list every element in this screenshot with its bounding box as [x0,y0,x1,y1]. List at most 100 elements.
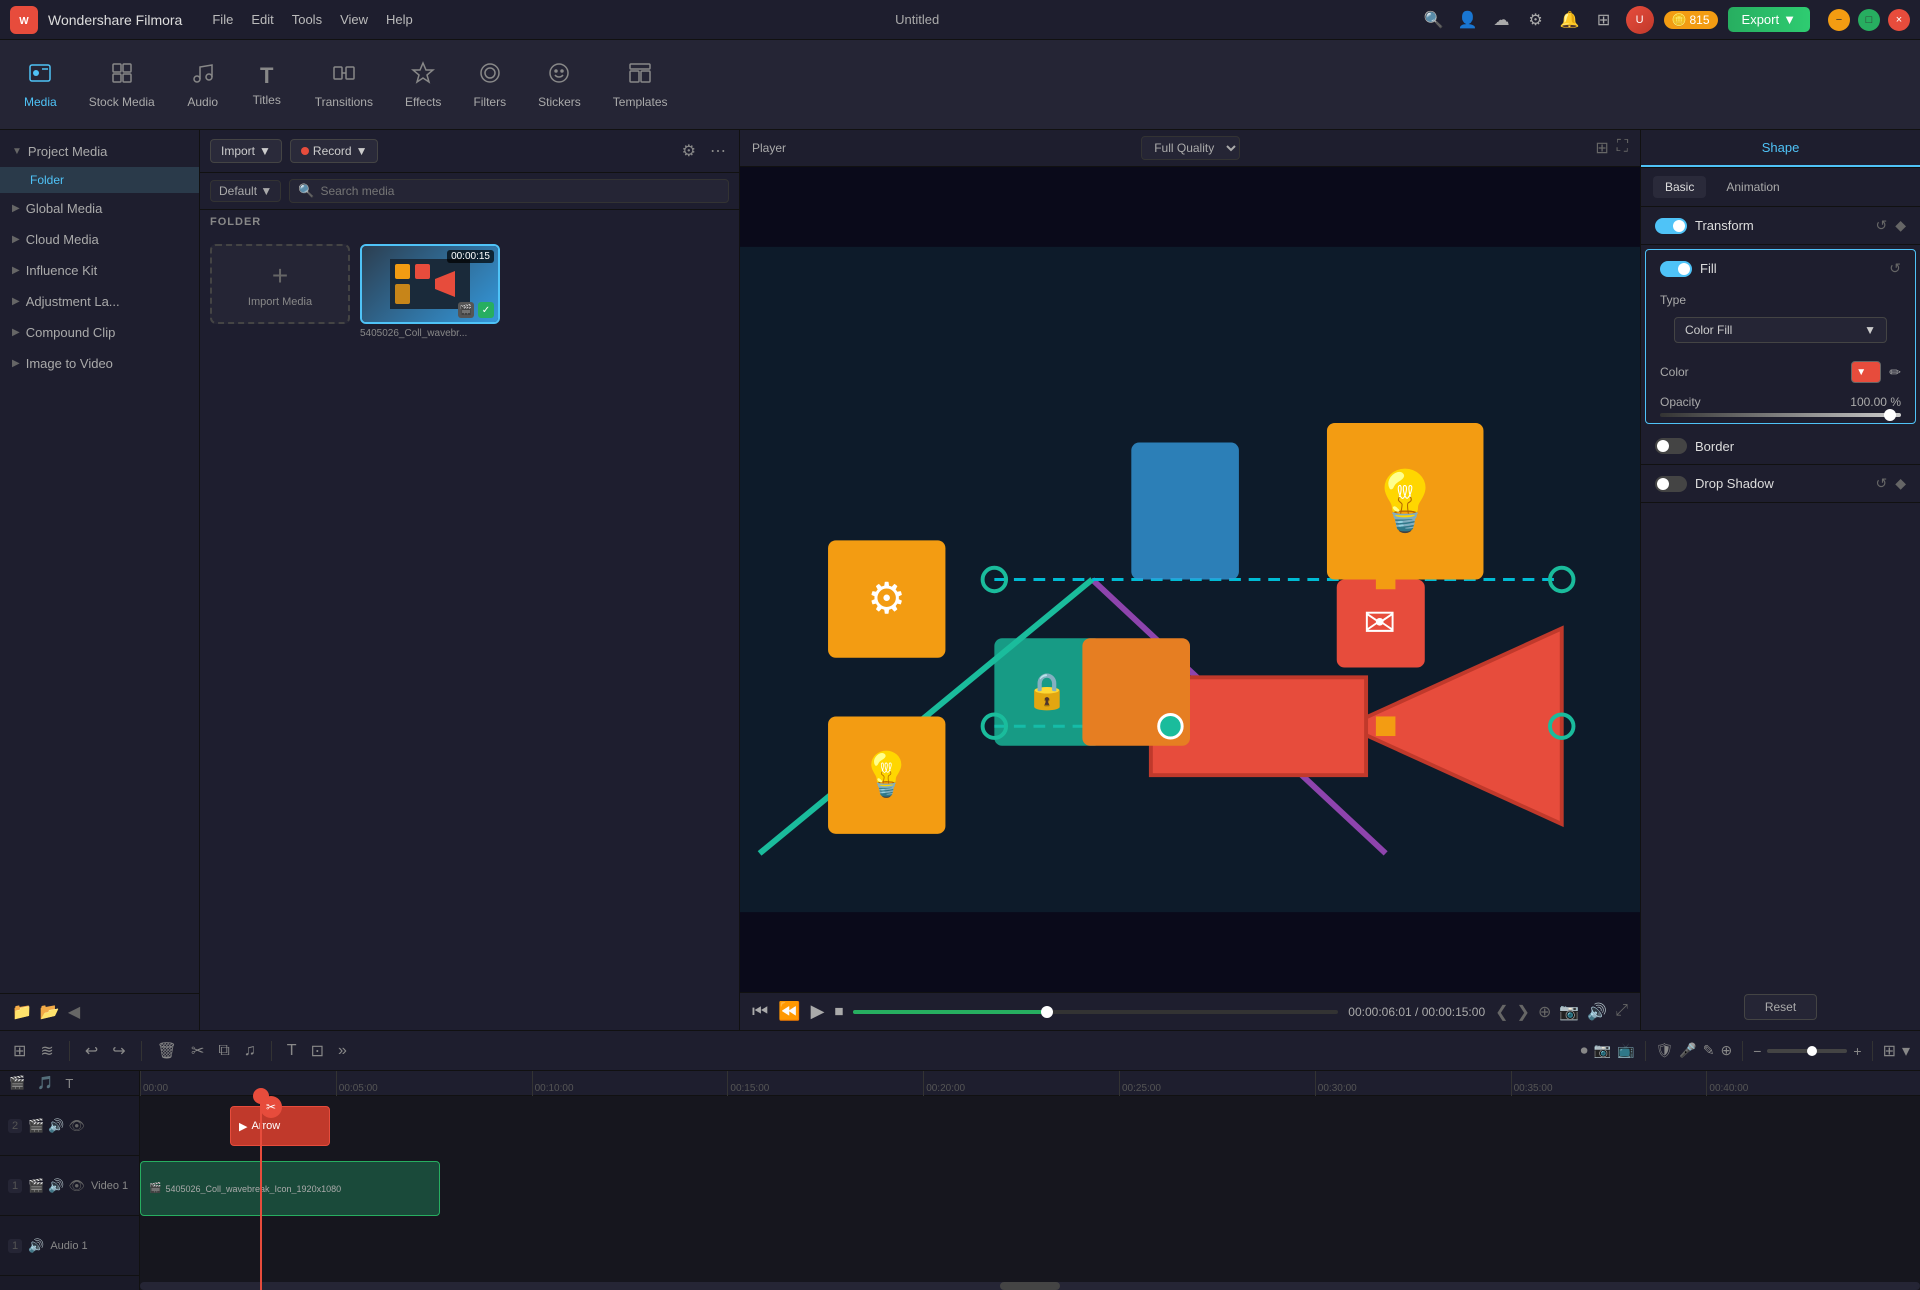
fill-header[interactable]: Fill ↺ [1646,250,1915,287]
add-to-timeline-icon[interactable]: ⊕ [1538,1002,1551,1022]
drop-shadow-reset-icon[interactable]: ↺ [1875,475,1887,492]
fill-type-dropdown[interactable]: Color Fill ▼ [1674,317,1887,343]
screen-icon[interactable]: 📺 [1617,1042,1634,1059]
delete-button[interactable]: 🗑 [154,1038,180,1064]
toolbar-stock-media[interactable]: Stock Media [75,53,169,117]
add-video-track-icon[interactable]: 🎬 [6,1072,28,1094]
track-1-audio-icon[interactable]: 🔊 [48,1178,64,1194]
add-audio-track-icon[interactable]: 🎵 [34,1072,56,1094]
menu-edit[interactable]: Edit [251,12,273,27]
account-icon[interactable]: 👤 [1456,8,1480,32]
track-1-film-icon[interactable]: 🎬 [28,1178,44,1194]
step-back-button[interactable]: ⏪ [778,1001,800,1022]
toolbar-transitions[interactable]: Transitions [301,53,387,117]
mic-icon[interactable]: 🎤 [1679,1042,1696,1059]
sidebar-item-global-media[interactable]: ▶ Global Media [0,193,199,224]
sidebar-item-compound-clip[interactable]: ▶ Compound Clip [0,317,199,348]
export-button[interactable]: Export ▼ [1728,7,1810,32]
transform-header[interactable]: Transform ↺ ◆ [1641,207,1920,244]
timeline-ripple-icon[interactable]: ≋ [37,1038,56,1064]
border-header[interactable]: Border [1641,428,1920,464]
more-tools-icon[interactable]: » [335,1039,350,1063]
subtab-animation[interactable]: Animation [1714,176,1791,198]
track-1-eye-icon[interactable]: 👁 [69,1178,86,1194]
subtab-basic[interactable]: Basic [1653,176,1706,198]
camera-icon[interactable]: 📷 [1594,1042,1611,1059]
reset-icon[interactable]: ↺ [1875,217,1887,234]
prev-button[interactable]: ⏮ [752,1001,768,1022]
media-filter-icon[interactable]: ⚙ [679,138,699,164]
aspect-icon[interactable]: ⤢ [1615,1002,1628,1022]
zoom-out-icon[interactable]: − [1753,1043,1761,1059]
cloud-icon[interactable]: ☁ [1490,8,1514,32]
opacity-slider[interactable] [1660,413,1901,417]
split-view-icon[interactable]: ⊞ [1595,138,1608,158]
keyframe-icon[interactable]: ◆ [1895,217,1906,234]
search-input[interactable] [320,184,720,198]
drop-shadow-toggle[interactable] [1655,476,1687,492]
zoom-slider[interactable] [1767,1049,1847,1053]
copy-button[interactable]: ⧉ [215,1039,232,1063]
edit2-icon[interactable]: ✎ [1703,1042,1715,1059]
fill-toggle[interactable] [1660,261,1692,277]
tab-shape[interactable]: Shape [1641,130,1920,167]
crop-icon[interactable]: ⊡ [308,1038,327,1064]
border-toggle[interactable] [1655,438,1687,454]
timeline-scrollbar-h[interactable] [140,1282,1920,1290]
toolbar-templates[interactable]: Templates [599,53,682,117]
fullscreen-icon[interactable]: ⛶ [1617,138,1628,158]
video-clip[interactable]: 🎬 5405026_Coll_wavebreak_Icon_1920x1080 [140,1161,440,1216]
sidebar-item-adjustment[interactable]: ▶ Adjustment La... [0,286,199,317]
undo-button[interactable]: ↩ [82,1038,101,1064]
media-item-5405026[interactable]: 00:00:15 🎬 ✓ 5405026_Coll_wavebr... [360,244,500,339]
color-picker-icon[interactable]: ✏ [1889,364,1901,381]
snapshot-icon[interactable]: 📷 [1559,1002,1579,1022]
sidebar-item-cloud-media[interactable]: ▶ Cloud Media [0,224,199,255]
search-icon[interactable]: 🔍 [1422,8,1446,32]
record-icon[interactable]: ⏺ [1581,1042,1588,1059]
import-media-card[interactable]: + Import Media [210,244,350,324]
drop-shadow-keyframe-icon[interactable]: ◆ [1895,475,1906,492]
track-2-eye-icon[interactable]: 👁 [69,1118,86,1134]
play-button[interactable]: ▶ [811,1001,825,1022]
user-avatar[interactable]: U [1626,6,1654,34]
drop-shadow-header[interactable]: Drop Shadow ↺ ◆ [1641,465,1920,502]
view-select[interactable]: Default ▼ [210,180,281,202]
more-icon[interactable]: ▾ [1902,1041,1910,1061]
cut-button[interactable]: ✂ [188,1038,207,1064]
fill-reset-icon[interactable]: ↺ [1889,260,1901,277]
menu-tools[interactable]: Tools [292,12,322,27]
marker-out-icon[interactable]: ❯ [1517,1002,1530,1022]
sidebar-item-project-media[interactable]: ▼ Project Media [0,136,199,167]
add-icon[interactable]: ⊕ [1720,1042,1732,1059]
import-button[interactable]: Import ▼ [210,139,282,163]
player-progress-bar[interactable] [853,1010,1338,1014]
volume-icon[interactable]: 🔊 [1587,1002,1607,1022]
zoom-in-icon[interactable]: + [1853,1043,1861,1059]
toolbar-filters[interactable]: Filters [459,53,520,117]
audio-sync-icon[interactable]: ♫ [241,1039,259,1063]
folder-icon[interactable]: 📂 [40,1002,60,1022]
toolbar-titles[interactable]: T Titles [237,55,297,115]
sidebar-item-image-to-video[interactable]: ▶ Image to Video [0,348,199,379]
toolbar-effects[interactable]: Effects [391,53,455,117]
minimize-button[interactable]: − [1828,9,1850,31]
add-title-track-icon[interactable]: T [62,1073,76,1094]
sidebar-item-influence-kit[interactable]: ▶ Influence Kit [0,255,199,286]
shield-icon[interactable]: 🛡 [1656,1042,1674,1059]
maximize-button[interactable]: □ [1858,9,1880,31]
audio-1-audio-icon[interactable]: 🔊 [28,1238,44,1254]
grid-icon[interactable]: ⊞ [1592,8,1616,32]
timeline-add-track-icon[interactable]: ⊞ [10,1038,29,1064]
quality-select[interactable]: Full Quality [1141,136,1240,160]
track-2-audio-icon[interactable]: 🔊 [48,1118,64,1134]
reset-button[interactable]: Reset [1744,994,1817,1020]
menu-view[interactable]: View [340,12,368,27]
media-more-icon[interactable]: ⋯ [707,138,729,164]
toolbar-audio[interactable]: Audio [173,53,233,117]
stop-button[interactable]: ⏹ [834,1001,843,1022]
collapse-icon[interactable]: ◀ [68,1002,80,1022]
sidebar-subitem-folder[interactable]: Folder [0,167,199,193]
close-button[interactable]: × [1888,9,1910,31]
notification-icon[interactable]: 🔔 [1558,8,1582,32]
